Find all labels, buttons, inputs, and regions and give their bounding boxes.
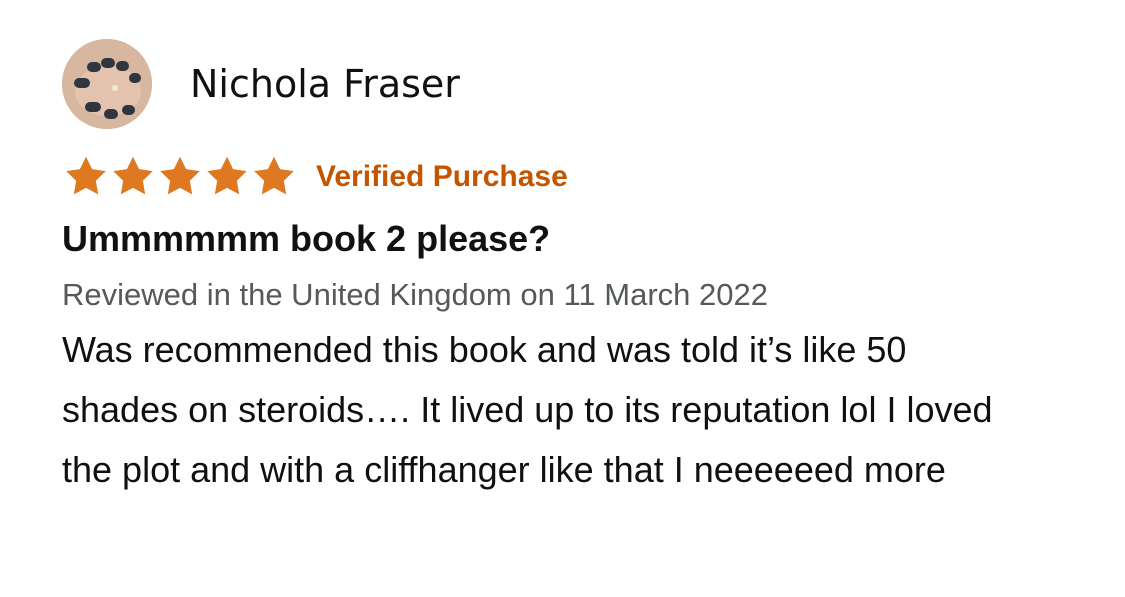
review-card: Nichola Fraser Verified Purchase Ummmmmm…: [62, 38, 1102, 500]
reviewer-name[interactable]: Nichola Fraser: [190, 62, 460, 106]
rating-row: Verified Purchase: [62, 152, 1102, 202]
star-icon: [207, 156, 247, 195]
star-icon: [113, 156, 153, 195]
star-icon: [160, 156, 200, 195]
reviewer-profile[interactable]: Nichola Fraser: [62, 38, 1102, 130]
star-rating[interactable]: [62, 153, 297, 201]
avatar[interactable]: [62, 39, 152, 129]
review-date: Reviewed in the United Kingdom on 11 Mar…: [62, 277, 768, 312]
review-title: Ummmmmm book 2 please?: [62, 218, 551, 259]
profile-photo-icon: [62, 39, 152, 129]
verified-purchase-badge: Verified Purchase: [316, 160, 568, 193]
star-icon: [254, 156, 294, 195]
review-body: Was recommended this book and was told i…: [62, 329, 993, 490]
star-icon: [66, 156, 106, 195]
